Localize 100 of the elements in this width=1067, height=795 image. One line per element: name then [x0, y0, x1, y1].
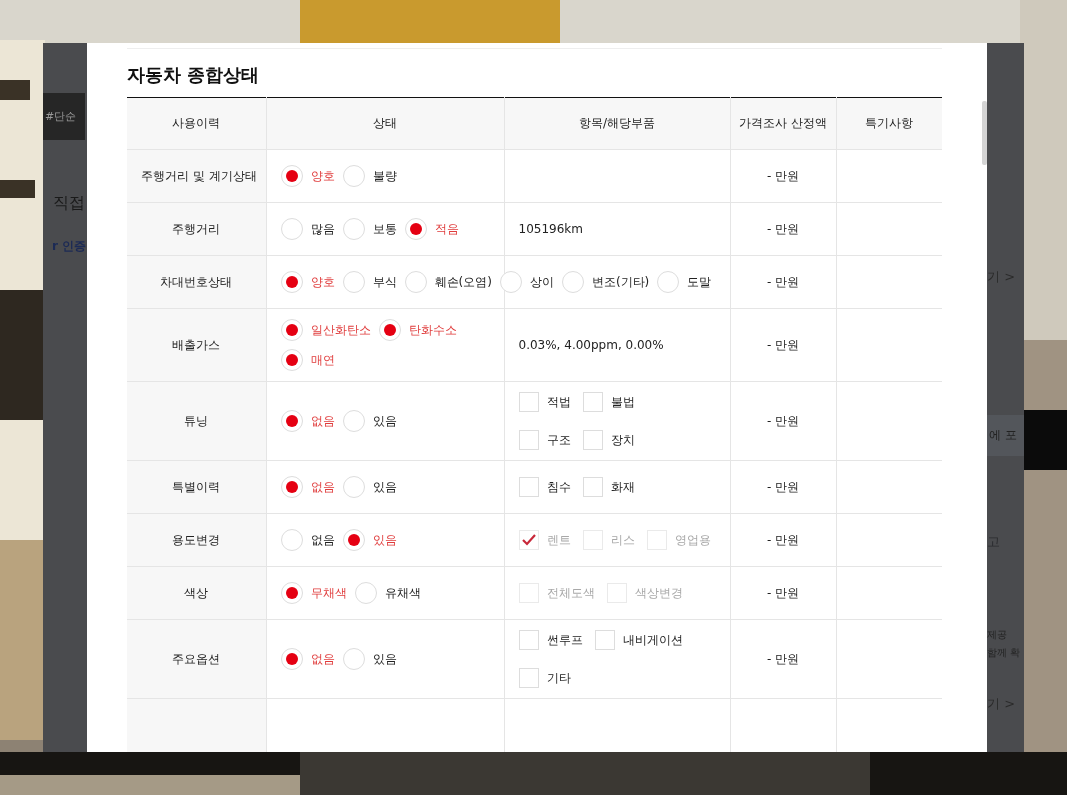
- checkbox[interactable]: [518, 477, 539, 497]
- checkbox[interactable]: [518, 430, 539, 450]
- radio-button[interactable]: [561, 271, 584, 293]
- row-label: 주행거리 및 계기상태: [127, 149, 266, 203]
- radio-button[interactable]: [280, 648, 303, 670]
- row-label: 색상: [127, 566, 266, 620]
- radio-button[interactable]: [280, 529, 303, 551]
- option-label: 있음: [372, 650, 397, 668]
- checkbox[interactable]: [582, 430, 603, 450]
- option-label: 영업용: [674, 531, 711, 549]
- column-header: 상태: [266, 97, 504, 150]
- row-label: 주요옵션: [127, 619, 266, 699]
- option-label: 양호: [310, 273, 335, 291]
- checkbox[interactable]: [582, 477, 603, 497]
- radio-button[interactable]: [342, 218, 365, 240]
- option-label: 많음: [310, 220, 335, 238]
- row-label: 차대번호상태: [127, 255, 266, 309]
- radio-button[interactable]: [657, 271, 680, 293]
- radio-button[interactable]: [499, 271, 522, 293]
- radio-button[interactable]: [280, 582, 303, 604]
- row-label: 튜닝: [127, 381, 266, 461]
- option-label: 내비게이션: [622, 631, 683, 649]
- option-label: 구조: [546, 431, 571, 449]
- option-label: 있음: [372, 531, 397, 549]
- checkbox[interactable]: [518, 668, 539, 688]
- option-label: 일산화탄소: [310, 321, 371, 339]
- radio-button[interactable]: [280, 218, 303, 240]
- detail-text: 105196km: [518, 222, 583, 236]
- option-label: 화재: [610, 478, 635, 496]
- option-label: 없음: [310, 478, 335, 496]
- radio-button[interactable]: [342, 271, 365, 293]
- option-label: 전체도색: [546, 584, 595, 602]
- option-label: 리스: [610, 531, 635, 549]
- option-label: 훼손(오염): [434, 273, 492, 291]
- option-label: 없음: [310, 650, 335, 668]
- option-label: 보통: [372, 220, 397, 238]
- column-header: 가격조사 산정액: [730, 97, 836, 150]
- option-label: 없음: [310, 531, 335, 549]
- radio-button[interactable]: [280, 410, 303, 432]
- radio-button[interactable]: [280, 271, 303, 293]
- checkbox[interactable]: [518, 630, 539, 650]
- price-cell: - 만원: [730, 381, 836, 461]
- option-label: 장치: [610, 431, 635, 449]
- option-label: 있음: [372, 412, 397, 430]
- option-label: 렌트: [546, 531, 571, 549]
- column-header: 특기사항: [836, 97, 942, 150]
- radio-button[interactable]: [342, 529, 365, 551]
- column-header: 사용이력: [127, 97, 266, 150]
- radio-button[interactable]: [280, 476, 303, 498]
- background-text: 에 포: [987, 415, 1024, 456]
- radio-button[interactable]: [280, 349, 303, 371]
- option-label: 양호: [310, 167, 335, 185]
- option-label: 없음: [310, 412, 335, 430]
- radio-button[interactable]: [404, 218, 427, 240]
- radio-button[interactable]: [280, 165, 303, 187]
- price-cell: - 만원: [730, 202, 836, 256]
- detail-text: 0.03%, 4.00ppm, 0.00%: [518, 338, 664, 352]
- price-cell: - 만원: [730, 255, 836, 309]
- radio-button[interactable]: [342, 165, 365, 187]
- option-label: 적법: [546, 393, 571, 411]
- row-label: 특별이력: [127, 460, 266, 514]
- price-cell: - 만원: [730, 619, 836, 699]
- row-label: 배출가스: [127, 308, 266, 382]
- option-label: 도말: [687, 273, 712, 291]
- row-label: 용도변경: [127, 513, 266, 567]
- price-cell: - 만원: [730, 513, 836, 567]
- option-label: 탄화수소: [408, 321, 457, 339]
- radio-button[interactable]: [354, 582, 377, 604]
- option-label: 불량: [372, 167, 397, 185]
- price-cell: - 만원: [730, 566, 836, 620]
- option-label: 기타: [546, 669, 571, 687]
- radio-button[interactable]: [342, 410, 365, 432]
- column-header: 항목/해당부품: [504, 97, 730, 150]
- option-label: 유채색: [384, 584, 421, 602]
- row-label: 주행거리: [127, 202, 266, 256]
- option-label: 있음: [372, 478, 397, 496]
- option-label: 매연: [310, 351, 335, 369]
- radio-button[interactable]: [342, 476, 365, 498]
- modal-title: 자동차 종합상태: [127, 63, 261, 87]
- option-label: 색상변경: [634, 584, 683, 602]
- radio-button[interactable]: [378, 319, 401, 341]
- radio-button[interactable]: [280, 319, 303, 341]
- price-cell: - 만원: [730, 460, 836, 514]
- price-cell: - 만원: [730, 149, 836, 203]
- option-label: 썬루프: [546, 631, 583, 649]
- background-text: #단순: [43, 93, 85, 140]
- price-cell: - 만원: [730, 308, 836, 382]
- option-label: 불법: [610, 393, 635, 411]
- option-label: 무채색: [310, 584, 347, 602]
- checkbox[interactable]: [518, 392, 539, 412]
- option-label: 적음: [434, 220, 459, 238]
- checkbox[interactable]: [594, 630, 615, 650]
- scrollbar-thumb[interactable]: [982, 101, 987, 165]
- option-label: 침수: [546, 478, 571, 496]
- radio-button[interactable]: [404, 271, 427, 293]
- checkbox[interactable]: [582, 392, 603, 412]
- radio-button[interactable]: [342, 648, 365, 670]
- option-label: 변조(기타): [591, 273, 650, 291]
- option-label: 부식: [372, 273, 397, 291]
- option-label: 상이: [529, 273, 554, 291]
